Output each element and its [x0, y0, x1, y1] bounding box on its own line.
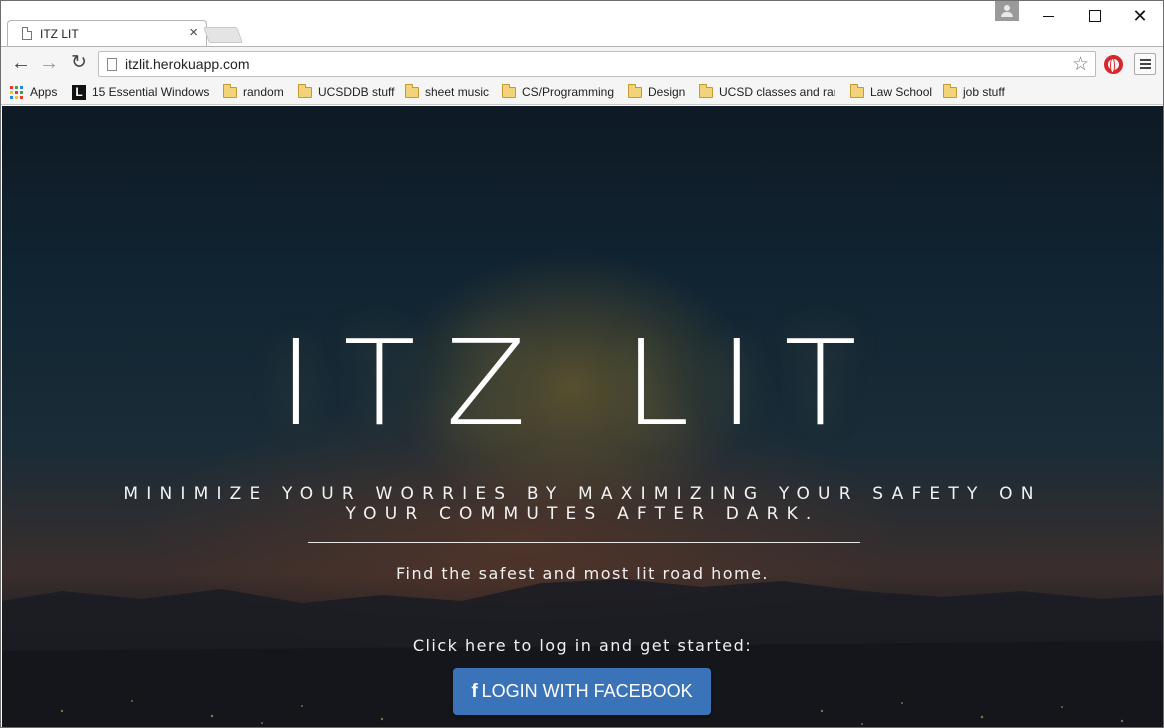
maximize-button[interactable]: [1071, 1, 1117, 31]
page-hero: ITZ LIT MINIMIZE YOUR WORRIES BY MAXIMIZ…: [2, 106, 1163, 727]
bookmark-label: CS/Programming: [522, 85, 615, 99]
bookmark-ucsd-classes[interactable]: UCSD classes and ran: [699, 83, 835, 102]
title-bar: ITZ LIT × ✕: [1, 1, 1163, 46]
bookmark-apps[interactable]: Apps: [10, 83, 62, 102]
folder-icon: [223, 84, 237, 98]
bookmark-label: Law School: [870, 85, 933, 99]
bookmark-star-icon[interactable]: ☆: [1072, 53, 1089, 76]
close-window-button[interactable]: ✕: [1117, 1, 1163, 31]
bookmark-label: UCSD classes and ran: [719, 85, 835, 99]
bookmark-law-school[interactable]: Law School: [850, 83, 934, 102]
bookmark-15-essential-windows[interactable]: L 15 Essential Windows: [72, 83, 210, 102]
forward-arrow-icon[interactable]: →: [37, 51, 61, 75]
apps-grid-icon: [10, 86, 24, 100]
login-button-label: LOGIN WITH FACEBOOK: [481, 681, 693, 701]
bookmark-label: Design: [648, 85, 686, 99]
folder-icon: [502, 84, 516, 98]
tab-itz-lit[interactable]: ITZ LIT ×: [7, 20, 207, 46]
page-icon: [107, 58, 117, 71]
divider: [308, 542, 860, 543]
l-favicon-icon: L: [72, 85, 86, 100]
cta-text: Click here to log in and get started:: [412, 636, 753, 655]
bookmark-design[interactable]: Design: [628, 83, 690, 102]
opera-extension-icon[interactable]: [1104, 55, 1123, 74]
close-tab-icon[interactable]: ×: [189, 24, 198, 41]
browser-window: ITZ LIT × ✕ ← → ↻ itzlit.herokuapp.com ☆: [0, 0, 1164, 728]
tagline: MINIMIZE YOUR WORRIES BY MAXIMIZING YOUR…: [123, 484, 1042, 524]
back-arrow-icon[interactable]: ←: [9, 51, 33, 75]
folder-icon: [628, 84, 642, 98]
folder-icon: [405, 84, 419, 98]
page-favicon-icon: [22, 27, 32, 40]
bookmark-ucsddb-stuff[interactable]: UCSDDB stuff: [298, 83, 398, 102]
reload-icon[interactable]: ↻: [67, 51, 91, 75]
new-tab-button[interactable]: [203, 27, 243, 43]
bookmark-label: Apps: [30, 85, 58, 99]
hero-title: ITZ LIT: [278, 314, 887, 452]
menu-icon[interactable]: [1134, 53, 1156, 75]
bookmark-label: UCSDDB stuff: [318, 85, 395, 99]
bookmark-job-stuff[interactable]: job stuff: [943, 83, 1013, 102]
login-with-facebook-button[interactable]: f LOGIN WITH FACEBOOK: [453, 668, 711, 715]
bookmark-random[interactable]: random: [223, 83, 293, 102]
folder-icon: [699, 84, 713, 98]
folder-icon: [943, 84, 957, 98]
bookmark-label: job stuff: [963, 85, 1005, 99]
bookmarks-bar: Apps L 15 Essential Windows random UCSDD…: [1, 80, 1163, 105]
bookmark-sheet-music[interactable]: sheet music: [405, 83, 495, 102]
bookmark-cs-programming[interactable]: CS/Programming: [502, 83, 620, 102]
minimize-button[interactable]: [1025, 1, 1071, 31]
bookmark-label: random: [243, 85, 284, 99]
facebook-icon: f: [471, 681, 478, 702]
browser-toolbar: ← → ↻ itzlit.herokuapp.com ☆: [1, 46, 1163, 80]
address-bar[interactable]: itzlit.herokuapp.com ☆: [98, 51, 1096, 77]
profile-icon[interactable]: [995, 1, 1019, 21]
subline: Find the safest and most lit road home.: [395, 564, 770, 583]
bookmark-label: 15 Essential Windows: [92, 85, 210, 99]
tab-title: ITZ LIT: [40, 27, 79, 41]
url-text[interactable]: itzlit.herokuapp.com: [125, 56, 250, 72]
bookmark-label: sheet music: [425, 85, 490, 99]
folder-icon: [298, 84, 312, 98]
folder-icon: [850, 84, 864, 98]
